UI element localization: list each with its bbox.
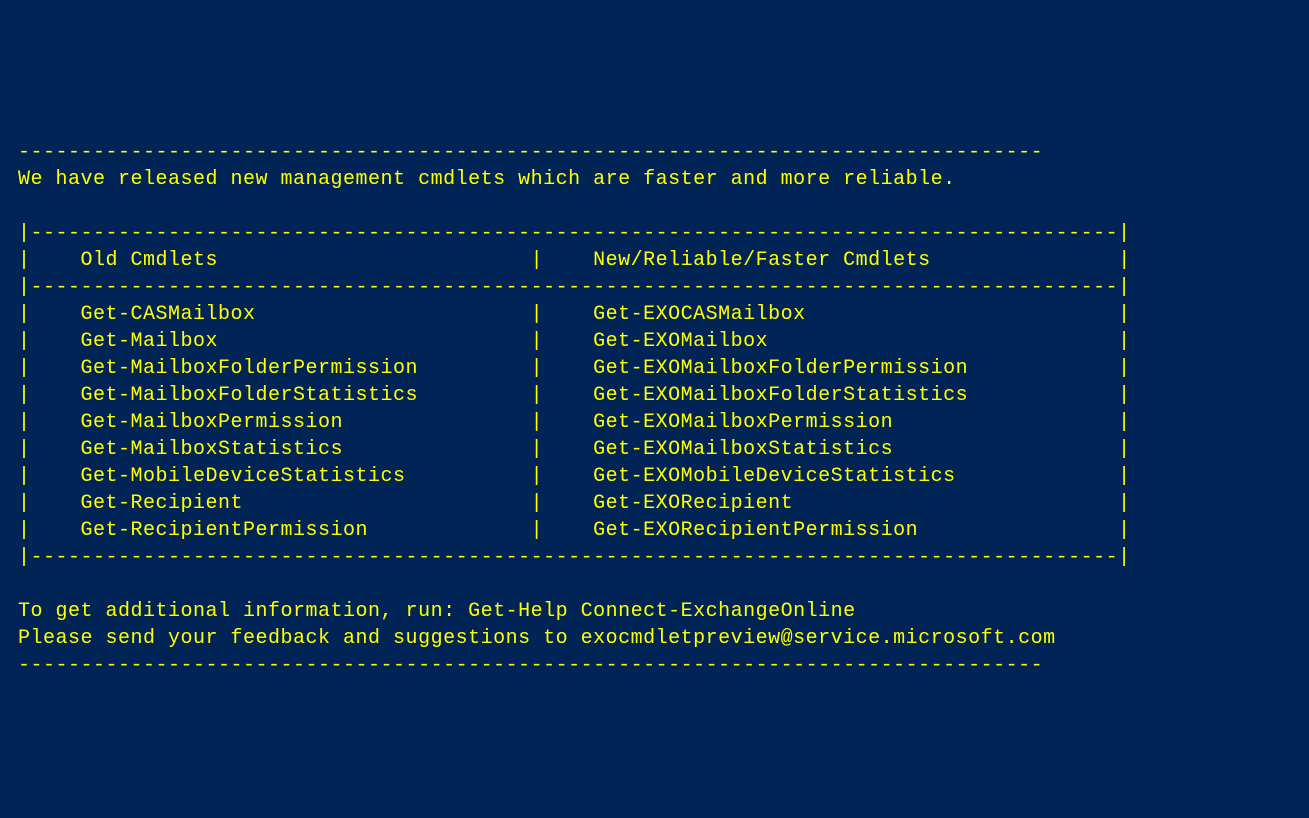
feedback-message: Please send your feedback and suggestion… (18, 627, 1056, 650)
terminal-output: ----------------------------------------… (18, 112, 1291, 679)
intro-message: We have released new management cmdlets … (18, 168, 956, 191)
table-border-mid: |---------------------------------------… (18, 276, 1131, 299)
divider-bottom: ----------------------------------------… (18, 654, 1043, 677)
table-border-top: |---------------------------------------… (18, 222, 1131, 245)
divider-top: ----------------------------------------… (18, 141, 1043, 164)
help-message: To get additional information, run: Get-… (18, 600, 856, 623)
header-new-cmdlets: New/Reliable/Faster Cmdlets (593, 249, 931, 272)
header-old-cmdlets: Old Cmdlets (81, 249, 219, 272)
table-header-row: | Old Cmdlets | New/Reliable/Faster Cmdl… (18, 249, 1131, 272)
table-rows-container: | Get-CASMailbox | Get-EXOCASMailbox | |… (18, 303, 1131, 542)
table-border-bottom: |---------------------------------------… (18, 546, 1131, 569)
